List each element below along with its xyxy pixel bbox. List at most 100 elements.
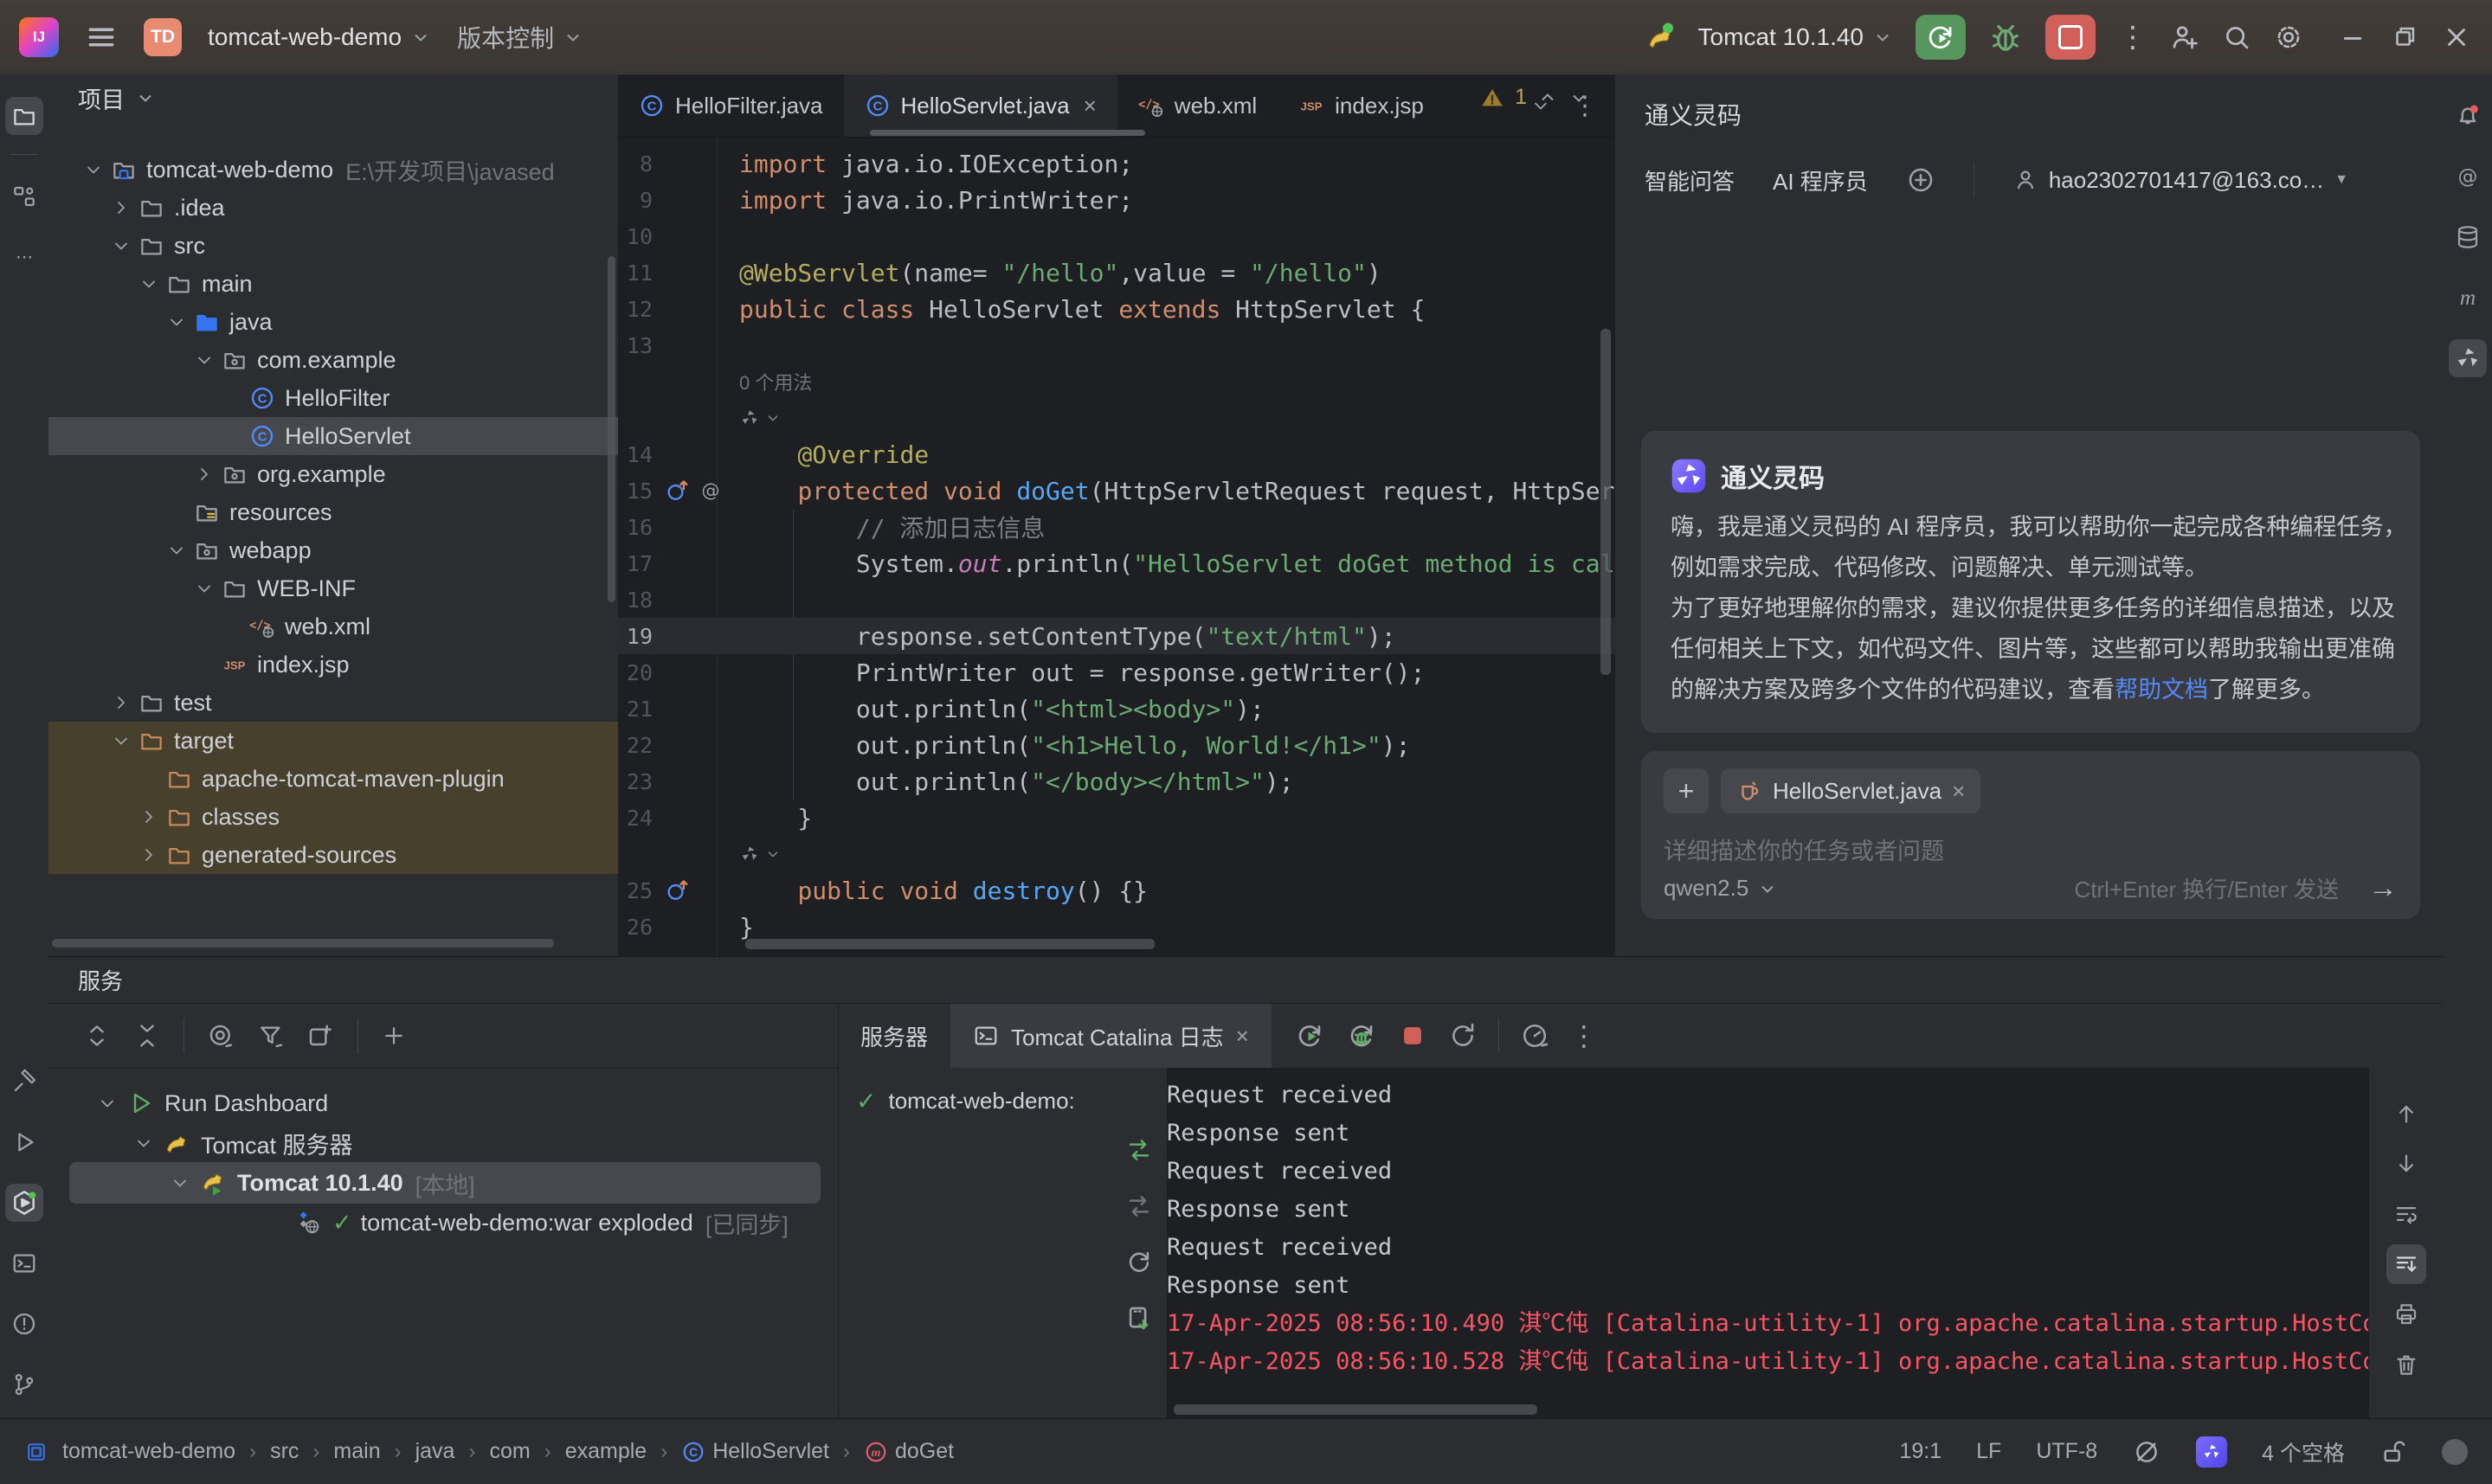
send-icon[interactable]: → [2368, 871, 2398, 905]
gutter-override-icon[interactable] [665, 478, 691, 504]
editor-area[interactable]: C HelloFilter.java C HelloServlet.java ×… [618, 74, 1615, 956]
breadcrumb-item[interactable]: tomcat-web-demo [62, 1439, 235, 1464]
chevron-right-icon[interactable] [138, 845, 159, 865]
scroll-to-source-icon[interactable] [207, 1022, 235, 1050]
tab-ai-programmer[interactable]: AI 程序员 [1773, 164, 1868, 196]
tab-smart-qa[interactable]: 智能问答 [1645, 164, 1735, 196]
dashboard-icon[interactable] [1520, 1021, 1549, 1050]
tree-item[interactable]: target [48, 722, 618, 760]
refresh-icon[interactable] [1124, 1248, 1154, 1277]
chevron-down-icon[interactable] [194, 578, 215, 599]
debug-button[interactable] [1988, 20, 2023, 55]
project-vertical-scrollbar[interactable] [608, 256, 615, 602]
restart-icon[interactable] [1448, 1021, 1478, 1050]
model-selector[interactable]: qwen2.5 [1664, 875, 1778, 902]
tree-item[interactable]: org.example [48, 455, 618, 493]
breadcrumb-item[interactable]: src [270, 1439, 299, 1464]
chevron-down-icon[interactable] [111, 730, 132, 751]
stripe-terminal-icon[interactable] [5, 1244, 43, 1282]
add-service-icon[interactable] [381, 1023, 407, 1049]
clear-console-button[interactable] [2386, 1345, 2426, 1384]
run-config-selector[interactable]: Tomcat 10.1.40 [1698, 23, 1893, 51]
stripe-tongyi-icon[interactable] [2449, 339, 2487, 377]
search-icon[interactable] [2222, 22, 2251, 52]
tree-item[interactable]: WEB-INF [48, 569, 618, 607]
gutter-override-icon[interactable] [665, 877, 691, 903]
log-console[interactable]: Request receivedResponse sentRequest rec… [1167, 1068, 2369, 1420]
chevron-right-icon[interactable] [111, 692, 132, 713]
stripe-ai-chat-icon[interactable]: @ [2449, 157, 2487, 196]
tab-close-icon[interactable]: × [1236, 1023, 1249, 1050]
chevron-down-icon[interactable] [83, 159, 104, 180]
inspections-widget[interactable]: 1 [1480, 85, 1589, 110]
stop-button[interactable] [2045, 15, 2096, 60]
scroll-to-end-button[interactable] [2386, 1244, 2426, 1284]
breadcrumb-item[interactable]: main [333, 1439, 380, 1464]
tab-close-icon[interactable]: × [1084, 93, 1097, 119]
tree-item[interactable]: C HelloServlet [48, 417, 618, 455]
chip-close-icon[interactable]: × [1952, 778, 1965, 805]
tree-item[interactable]: src [48, 227, 618, 265]
tree-item[interactable]: .idea [48, 189, 618, 227]
add-user-icon[interactable] [2170, 22, 2199, 52]
chevron-down-icon[interactable] [133, 1133, 154, 1153]
next-problem-icon[interactable] [1568, 87, 1589, 108]
stripe-notifications-icon[interactable] [2449, 97, 2487, 135]
run-tree-item[interactable]: Tomcat 服务器 [48, 1123, 838, 1163]
window-minimize-button[interactable] [2338, 22, 2367, 52]
gutter-icons[interactable] [665, 877, 691, 903]
tree-item[interactable]: tomcat-web-demo E:\开发项目\javased [48, 151, 618, 189]
breadcrumb-item[interactable]: CHelloServlet [681, 1439, 829, 1464]
chevron-down-icon[interactable] [166, 312, 187, 332]
ai-inlay-icon[interactable] [739, 408, 760, 428]
filter-icon[interactable] [257, 1022, 285, 1050]
project-horizontal-scrollbar[interactable] [52, 939, 554, 948]
deploy-icon[interactable] [1124, 1304, 1154, 1333]
tree-item[interactable]: com.example [48, 341, 618, 379]
open-in-new-tab-icon[interactable] [307, 1022, 335, 1050]
ai-input-card[interactable]: + HelloServlet.java × 详细描述你的任务或者问题 qwen2… [1641, 751, 2420, 919]
stripe-problems-icon[interactable] [5, 1305, 43, 1343]
breadcrumb-item[interactable]: example [565, 1439, 647, 1464]
tab-tomcat-catalina-log[interactable]: Tomcat Catalina 日志 × [950, 1004, 1272, 1068]
requests-idle-icon[interactable] [1124, 1192, 1154, 1221]
breadcrumb-item[interactable]: mdoGet [864, 1439, 954, 1464]
editor-tab[interactable]: JSP index.jsp [1278, 74, 1445, 137]
editor-tab[interactable]: </> web.xml [1117, 74, 1278, 137]
chevron-down-icon[interactable] [138, 273, 159, 294]
project-switcher[interactable]: tomcat-web-demo [208, 23, 431, 51]
run-tree-item[interactable]: Tomcat 10.1.40 [本地] [48, 1163, 838, 1203]
gutter-at-icon[interactable]: @ [698, 478, 724, 504]
requests-active-icon[interactable] [1124, 1135, 1154, 1165]
add-context-button[interactable]: + [1664, 768, 1709, 813]
tree-item[interactable]: generated-sources [48, 836, 618, 874]
editor-horizontal-scrollbar[interactable] [745, 939, 1155, 949]
chevron-down-icon[interactable] [194, 350, 215, 370]
stripe-database-icon[interactable] [2449, 218, 2487, 256]
status-indicator-dot[interactable] [2442, 1439, 2468, 1465]
tree-item[interactable]: classes [48, 798, 618, 836]
inlay-usages[interactable]: 0 个用法 [618, 363, 1615, 400]
print-button[interactable] [2386, 1294, 2426, 1334]
stripe-structure-icon[interactable] [5, 177, 43, 215]
more-actions-icon[interactable]: ⋮ [2118, 20, 2147, 55]
chevron-down-icon[interactable] [97, 1093, 118, 1114]
vcs-menu[interactable]: 版本控制 [457, 20, 583, 55]
chevron-down-icon[interactable] [166, 540, 187, 561]
chevron-right-icon[interactable] [194, 464, 215, 485]
log-horizontal-scrollbar[interactable] [1174, 1404, 1537, 1415]
tree-item[interactable]: main [48, 265, 618, 303]
tree-item[interactable]: apache-tomcat-maven-plugin [48, 760, 618, 798]
scroll-up-button[interactable] [2386, 1094, 2426, 1134]
tree-item[interactable]: webapp [48, 531, 618, 569]
rerun-debug-icon[interactable] [1346, 1020, 1377, 1051]
run-tree-item[interactable]: ✓ tomcat-web-demo:war exploded [已同步] [48, 1203, 838, 1243]
file-encoding[interactable]: UTF-8 [2036, 1439, 2097, 1464]
context-file-chip[interactable]: HelloServlet.java × [1721, 768, 1980, 813]
tab-servers[interactable]: 服务器 [838, 1004, 950, 1068]
stripe-services-icon[interactable] [5, 1184, 43, 1222]
tree-item[interactable]: JSP index.jsp [48, 646, 618, 684]
account-selector[interactable]: hao2302701417@163.co… ▼ [2012, 167, 2348, 194]
tongyi-status-icon[interactable] [2196, 1436, 2227, 1468]
prev-problem-icon[interactable] [1537, 87, 1558, 108]
